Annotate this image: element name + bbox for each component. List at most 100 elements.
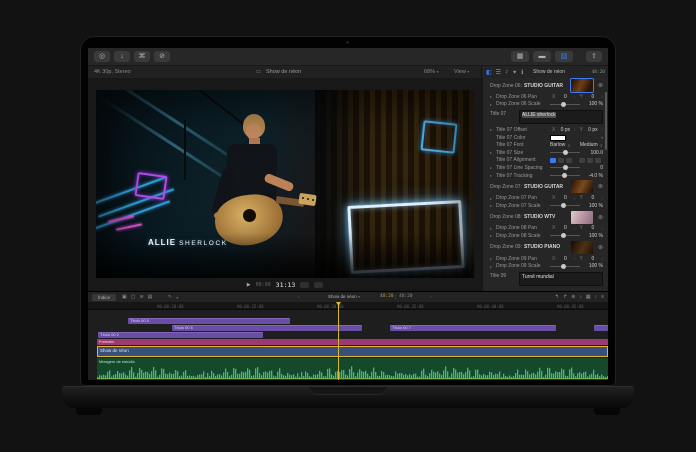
font-weight-dropdown[interactable]: Medium [580,142,598,148]
x-value[interactable]: 0 px [559,127,571,133]
timeline-ruler[interactable]: 00:00:20:0000:00:25:0000:00:30:0000:00:3… [88,302,608,310]
insert-icon[interactable]: ⊕ [571,294,575,300]
stepper-icon[interactable]: ↕ [601,127,603,132]
slider-handle[interactable] [561,203,566,208]
color-swatch[interactable] [550,135,566,141]
slider-track[interactable] [550,235,580,236]
trim-start-icon[interactable]: ↰ [555,294,559,300]
viewer-zoom-dropdown[interactable]: 68% ▾ [424,69,439,75]
alignment-segment[interactable] [579,158,585,163]
audio-track-clip[interactable]: Mixagem de estúdio [97,358,608,380]
duplicate-clip-icon[interactable]: ▢ [131,294,136,300]
stepper-icon[interactable]: ↕ [574,196,576,201]
video-inspector-tab[interactable]: ◧ [486,69,492,76]
slider-handle[interactable] [561,233,566,238]
slider-value[interactable]: -4.0 % [585,173,603,179]
slider-value[interactable]: 0 [585,165,603,171]
title-clip[interactable]: Título 00 2 [98,332,263,338]
audio-meter-button[interactable] [300,282,309,288]
effects-inspector-tab[interactable]: ✦ [512,69,517,76]
index-button[interactable]: Índice [92,294,116,301]
disclosure-icon[interactable]: ▸ [490,173,494,178]
x-value[interactable]: 0 [559,225,571,231]
stepper-icon[interactable]: ↕ [601,256,603,261]
font-family-dropdown[interactable]: Barlow [550,142,565,148]
browser-toggle[interactable]: ▦ [511,51,529,62]
slider-handle[interactable] [561,102,566,107]
slider-handle[interactable] [563,165,568,170]
disclosure-icon[interactable]: ▸ [490,233,494,238]
disclosure-icon[interactable]: ▸ [490,264,494,269]
text-input[interactable]: ALLIE sherlock [519,110,603,124]
next-project-button[interactable]: › [430,294,432,299]
import-media-button[interactable]: ↓ [114,51,130,62]
snapping-icon[interactable]: ↕ [595,294,598,300]
stepper-icon[interactable]: ↕ [574,226,576,231]
dropzone-thumbnail[interactable] [571,211,593,224]
disclosure-icon[interactable]: ▸ [490,94,494,99]
disclosure-icon[interactable]: ▸ [490,165,494,170]
reset-icon[interactable]: ⊗ [598,244,603,251]
stepper-icon[interactable]: ↕ [601,94,603,99]
stepper-icon[interactable]: ↕ [574,256,576,261]
title-clip[interactable]: Título 00 7 [390,325,556,331]
previous-project-button[interactable]: ‹ [298,294,300,299]
alignment-segment[interactable] [566,158,572,163]
stepper-icon[interactable]: ↕ [574,127,576,132]
video-track-clip[interactable]: Show de néon [97,346,608,357]
format-track-clip[interactable]: Formato [97,339,608,345]
dropzone-thumbnail[interactable] [571,180,593,193]
dropzone-thumbnail[interactable] [571,241,593,254]
stepper-icon[interactable]: ↕ [574,94,576,99]
y-value[interactable]: 0 [587,195,599,201]
trim-end-icon[interactable]: ↱ [563,294,567,300]
slider-value[interactable]: 100 % [585,203,603,209]
title-clip[interactable] [594,325,608,331]
inspector-toggle[interactable]: ▨ [555,51,573,62]
keyword-editor-button[interactable]: ⌘ [134,51,150,62]
slider-track[interactable] [550,266,580,267]
timecode-current[interactable]: 31:13 [276,281,296,289]
disclosure-icon[interactable]: ▸ [490,226,494,231]
slider-track[interactable] [550,205,580,206]
play-icon[interactable]: ▶ [247,282,251,288]
title-clip[interactable]: Título 00 6 [172,325,362,331]
y-value[interactable]: 0 [587,225,599,231]
display-options-button[interactable] [314,282,323,288]
browser-view-icon[interactable]: ▦ [586,294,591,300]
generator-inspector-tab[interactable]: ☰ [496,69,501,76]
slider-track[interactable] [550,104,580,105]
reset-icon[interactable]: ⊗ [598,214,603,221]
clip-appearance-icon[interactable]: ▣ [122,294,127,300]
slider-handle[interactable] [562,173,567,178]
show-titles-icon[interactable]: ▤ [148,294,153,300]
y-value[interactable]: 0 px [587,127,599,133]
dropzone-thumbnail[interactable] [571,79,593,92]
disclosure-icon[interactable]: ▸ [490,102,494,107]
slider-value[interactable]: 100.0 [585,150,603,156]
disclosure-icon[interactable]: ▸ [490,203,494,208]
slider-track[interactable] [550,167,580,168]
slider-handle[interactable] [563,150,568,155]
stepper-icon[interactable]: ↕ [601,196,603,201]
x-value[interactable]: 0 [559,94,571,100]
slider-value[interactable]: 100 % [585,101,603,107]
reset-icon[interactable]: ⊗ [598,183,603,190]
title-clip[interactable]: Título 00 5 [128,318,290,324]
media-sidebar-button[interactable]: ◎ [94,51,110,62]
slider-handle[interactable] [561,264,566,269]
x-value[interactable]: 0 [559,195,571,201]
slider-value[interactable]: 100 % [585,263,603,269]
y-value[interactable]: 0 [587,256,599,262]
slider-track[interactable] [550,175,580,176]
alignment-segment[interactable] [550,158,556,163]
text-input[interactable]: Turnê mundial [519,272,603,286]
alignment-segment[interactable] [595,158,601,163]
audio-meters-icon[interactable]: ♪ [579,294,582,300]
reset-icon[interactable]: ⊗ [598,82,603,89]
disclosure-icon[interactable]: ▸ [490,127,494,132]
audio-inspector-tab[interactable]: ♪ [505,69,508,75]
x-value[interactable]: 0 [559,256,571,262]
alignment-segment[interactable] [587,158,593,163]
disclosure-icon[interactable]: ▸ [490,196,494,201]
